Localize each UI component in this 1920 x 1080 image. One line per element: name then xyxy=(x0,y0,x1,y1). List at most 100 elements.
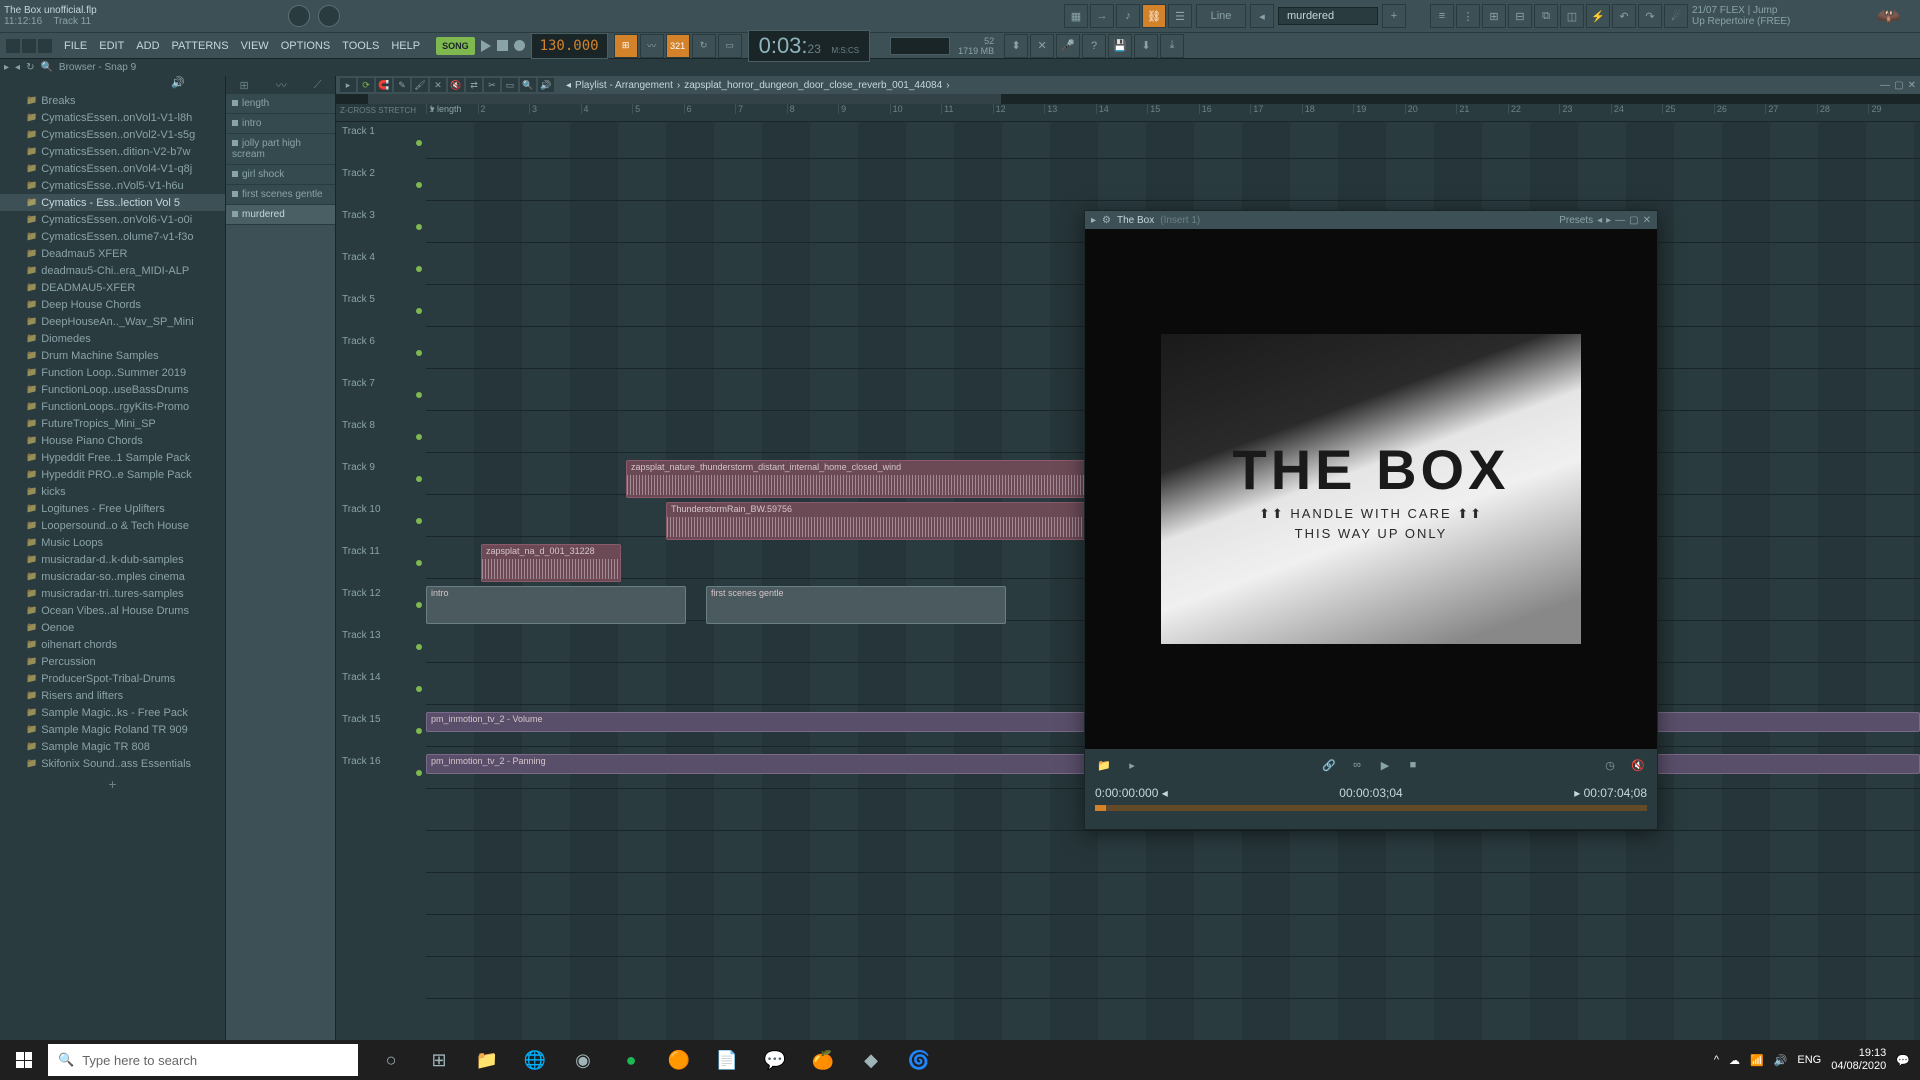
piano-roll-btn[interactable]: → xyxy=(1090,4,1114,28)
browser-item[interactable]: oihenart chords xyxy=(0,636,225,653)
browser-item[interactable]: CymaticsEssen..onVol2-V1-s5g xyxy=(0,126,225,143)
pl-paint-icon[interactable]: 🖌 xyxy=(412,78,428,92)
browser-item[interactable]: Hypeddit PRO..e Sample Pack xyxy=(0,466,225,483)
playlist-btn[interactable]: ▦ xyxy=(1064,4,1088,28)
video-timer-icon[interactable]: ◷ xyxy=(1601,756,1619,774)
picker-item[interactable]: length xyxy=(226,94,335,114)
browser-item[interactable]: DEADMAU5-XFER xyxy=(0,279,225,296)
picker-item[interactable]: murdered xyxy=(226,205,335,225)
snap-prev[interactable]: ◂ xyxy=(1250,4,1274,28)
pl-play-icon[interactable]: ▸ xyxy=(340,78,356,92)
track-header[interactable]: Track 15 xyxy=(336,710,426,752)
redo-btn[interactable]: ↷ xyxy=(1638,4,1662,28)
song-mode-btn[interactable]: SONG xyxy=(436,37,475,55)
video-close-icon[interactable]: ✕ xyxy=(1643,215,1651,226)
video-menu-icon[interactable]: ▸ xyxy=(1091,215,1096,226)
track-header[interactable]: Track 7 xyxy=(336,374,426,416)
video-link-icon[interactable]: 🔗 xyxy=(1320,756,1338,774)
mixer-btn[interactable]: ⛓ xyxy=(1142,4,1166,28)
browser-item[interactable]: Drum Machine Samples xyxy=(0,347,225,364)
browser-item[interactable]: Diomedes xyxy=(0,330,225,347)
pl-zoom-icon[interactable]: 🔍 xyxy=(520,78,536,92)
playlist-ruler[interactable]: Z-CROSS STRETCH 123456789101112131415161… xyxy=(336,104,1920,122)
browser-item[interactable]: musicradar-tri..tures-samples xyxy=(0,585,225,602)
help-icon[interactable]: ? xyxy=(1082,34,1106,58)
task-explorer-icon[interactable]: 📁 xyxy=(464,1040,510,1080)
video-presets[interactable]: Presets xyxy=(1559,215,1593,226)
browser-item[interactable]: Deep House Chords xyxy=(0,296,225,313)
browser-item[interactable]: Skifonix Sound..ass Essentials xyxy=(0,755,225,772)
browser-item[interactable]: ProducerSpot-Tribal-Drums xyxy=(0,670,225,687)
browser-item[interactable]: musicradar-d..k-dub-samples xyxy=(0,551,225,568)
track-header[interactable]: Track 13 xyxy=(336,626,426,668)
pl-min-icon[interactable]: — xyxy=(1880,80,1890,91)
track-header[interactable]: Track 8 xyxy=(336,416,426,458)
browser-item[interactable]: FunctionLoops..rgyKits-Promo xyxy=(0,398,225,415)
task-steam-icon[interactable]: ◉ xyxy=(560,1040,606,1080)
menu-help[interactable]: HELP xyxy=(385,40,426,52)
picker-auto-icon[interactable]: ⟋ xyxy=(314,79,322,92)
task-discord-icon[interactable]: 💬 xyxy=(752,1040,798,1080)
pl-close-icon[interactable]: ✕ xyxy=(1908,80,1916,91)
channel-rack-btn[interactable]: ♪ xyxy=(1116,4,1140,28)
pattern-selector[interactable]: murdered xyxy=(1278,7,1378,25)
menu-tools[interactable]: TOOLS xyxy=(336,40,385,52)
video-next-icon[interactable]: ▸ xyxy=(1606,215,1611,226)
task-chrome-icon[interactable]: 🌐 xyxy=(512,1040,558,1080)
track-header[interactable]: Track 16 xyxy=(336,752,426,794)
mode-step[interactable]: ▭ xyxy=(718,34,742,58)
browser-item[interactable]: FunctionLoop..useBassDrums xyxy=(0,381,225,398)
refresh-icon[interactable]: ↻ xyxy=(26,62,34,73)
minimize-icon[interactable] xyxy=(6,39,20,53)
task-app1-icon[interactable]: 🟠 xyxy=(656,1040,702,1080)
video-stop-icon[interactable]: ■ xyxy=(1404,756,1422,774)
task-app2-icon[interactable]: 📄 xyxy=(704,1040,750,1080)
browser-item[interactable]: House Piano Chords xyxy=(0,432,225,449)
track-header[interactable]: Track 11 xyxy=(336,542,426,584)
browser-item[interactable]: CymaticsEssen..dition-V2-b7w xyxy=(0,143,225,160)
browser-item[interactable]: Risers and lifters xyxy=(0,687,225,704)
view-btn-2[interactable]: ⋮ xyxy=(1456,4,1480,28)
video-mute-icon[interactable]: 🔇 xyxy=(1629,756,1647,774)
task-cortana-icon[interactable]: ○ xyxy=(368,1040,414,1080)
tray-lang-icon[interactable]: ENG xyxy=(1797,1054,1821,1066)
pl-sync-icon[interactable]: ⟳ xyxy=(358,78,374,92)
bc-prev[interactable]: ◂ xyxy=(566,80,571,91)
pl-slice-icon[interactable]: ✂ xyxy=(484,78,500,92)
clip-track12-scenes[interactable]: first scenes gentle xyxy=(706,586,1006,624)
browser-item[interactable]: Deadmau5 XFER xyxy=(0,245,225,262)
play-btn[interactable] xyxy=(481,40,491,52)
browser-item[interactable]: Ocean Vibes..al House Drums xyxy=(0,602,225,619)
mode-wave[interactable]: 〰 xyxy=(640,34,664,58)
browser-btn[interactable]: ☰ xyxy=(1168,4,1192,28)
clip-track11[interactable]: zapsplat_na_d_001_31228 xyxy=(481,544,621,582)
browser-item[interactable]: Hypeddit Free..1 Sample Pack xyxy=(0,449,225,466)
taskbar-search[interactable]: 🔍 Type here to search xyxy=(48,1044,358,1076)
task-spotify-icon[interactable]: ● xyxy=(608,1040,654,1080)
close-icon[interactable] xyxy=(38,39,52,53)
plugin-btn[interactable]: ⚡ xyxy=(1586,4,1610,28)
track-header[interactable]: Track 10 xyxy=(336,500,426,542)
track-header[interactable]: Track 2 xyxy=(336,164,426,206)
mode-321[interactable]: 321 xyxy=(666,34,690,58)
menu-options[interactable]: OPTIONS xyxy=(275,40,337,52)
mode-pat[interactable]: ⊞ xyxy=(614,34,638,58)
picker-grid-icon[interactable]: ⊞ xyxy=(240,79,249,92)
tray-volume-icon[interactable]: 🔊 xyxy=(1774,1054,1788,1067)
taskbar-clock[interactable]: 19:13 04/08/2020 xyxy=(1831,1047,1886,1073)
save-icon[interactable]: 💾 xyxy=(1108,34,1132,58)
menu-add[interactable]: ADD xyxy=(130,40,165,52)
undo-btn[interactable]: ↶ xyxy=(1612,4,1636,28)
picker-item[interactable]: girl shock xyxy=(226,165,335,185)
snap-line[interactable]: Line xyxy=(1196,4,1246,28)
menu-edit[interactable]: EDIT xyxy=(93,40,130,52)
browser-item[interactable]: Sample Magic..ks - Free Pack xyxy=(0,704,225,721)
pl-playback-icon[interactable]: 🔊 xyxy=(538,78,554,92)
browser-item[interactable]: Music Loops xyxy=(0,534,225,551)
video-prev-icon[interactable]: ◂ xyxy=(1597,215,1602,226)
record-btn[interactable] xyxy=(514,40,525,51)
picker-item[interactable]: jolly part high scream xyxy=(226,134,335,165)
browser-item[interactable]: Sample Magic TR 808 xyxy=(0,738,225,755)
view-btn-6[interactable]: ◫ xyxy=(1560,4,1584,28)
browser-item[interactable]: Sample Magic Roland TR 909 xyxy=(0,721,225,738)
